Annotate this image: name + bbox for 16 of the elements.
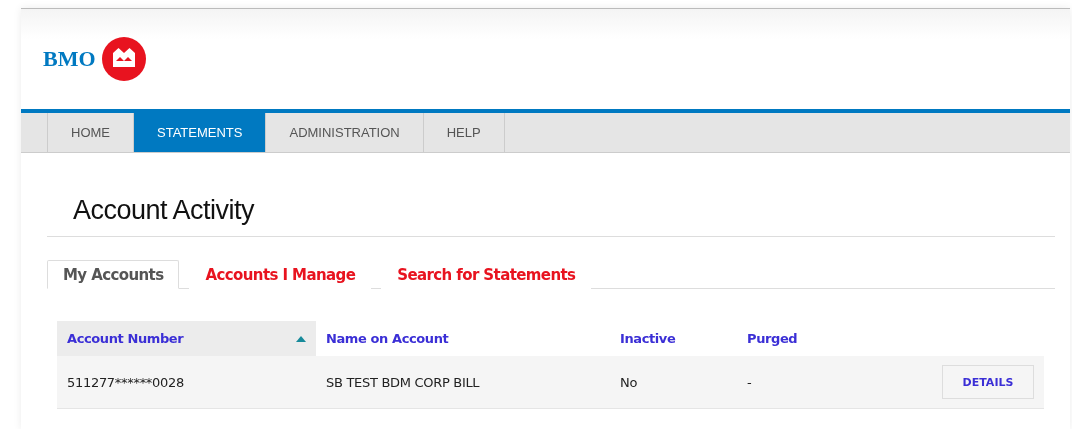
sort-up-icon bbox=[296, 335, 306, 342]
column-label: Purged bbox=[747, 331, 798, 346]
column-label: Inactive bbox=[620, 331, 676, 346]
table-cell: SB TEST BDM CORP BILL bbox=[326, 374, 480, 390]
table-cell: - bbox=[747, 374, 752, 390]
bank-logo-icon bbox=[101, 37, 146, 81]
table-cell: 511277******0028 bbox=[67, 374, 184, 390]
brand-name: BMO bbox=[43, 46, 96, 72]
details-button[interactable]: DETAILS bbox=[942, 365, 1034, 399]
table-cell: No bbox=[620, 374, 638, 390]
column-label: Name on Account bbox=[326, 331, 449, 346]
tab[interactable]: My Accounts bbox=[47, 260, 180, 289]
column-label: Account Number bbox=[67, 331, 184, 346]
nav-tab[interactable]: STATEMENTS bbox=[134, 113, 267, 152]
column-header[interactable]: Account Number bbox=[57, 321, 316, 356]
page-title: Account Activity bbox=[47, 153, 1055, 237]
